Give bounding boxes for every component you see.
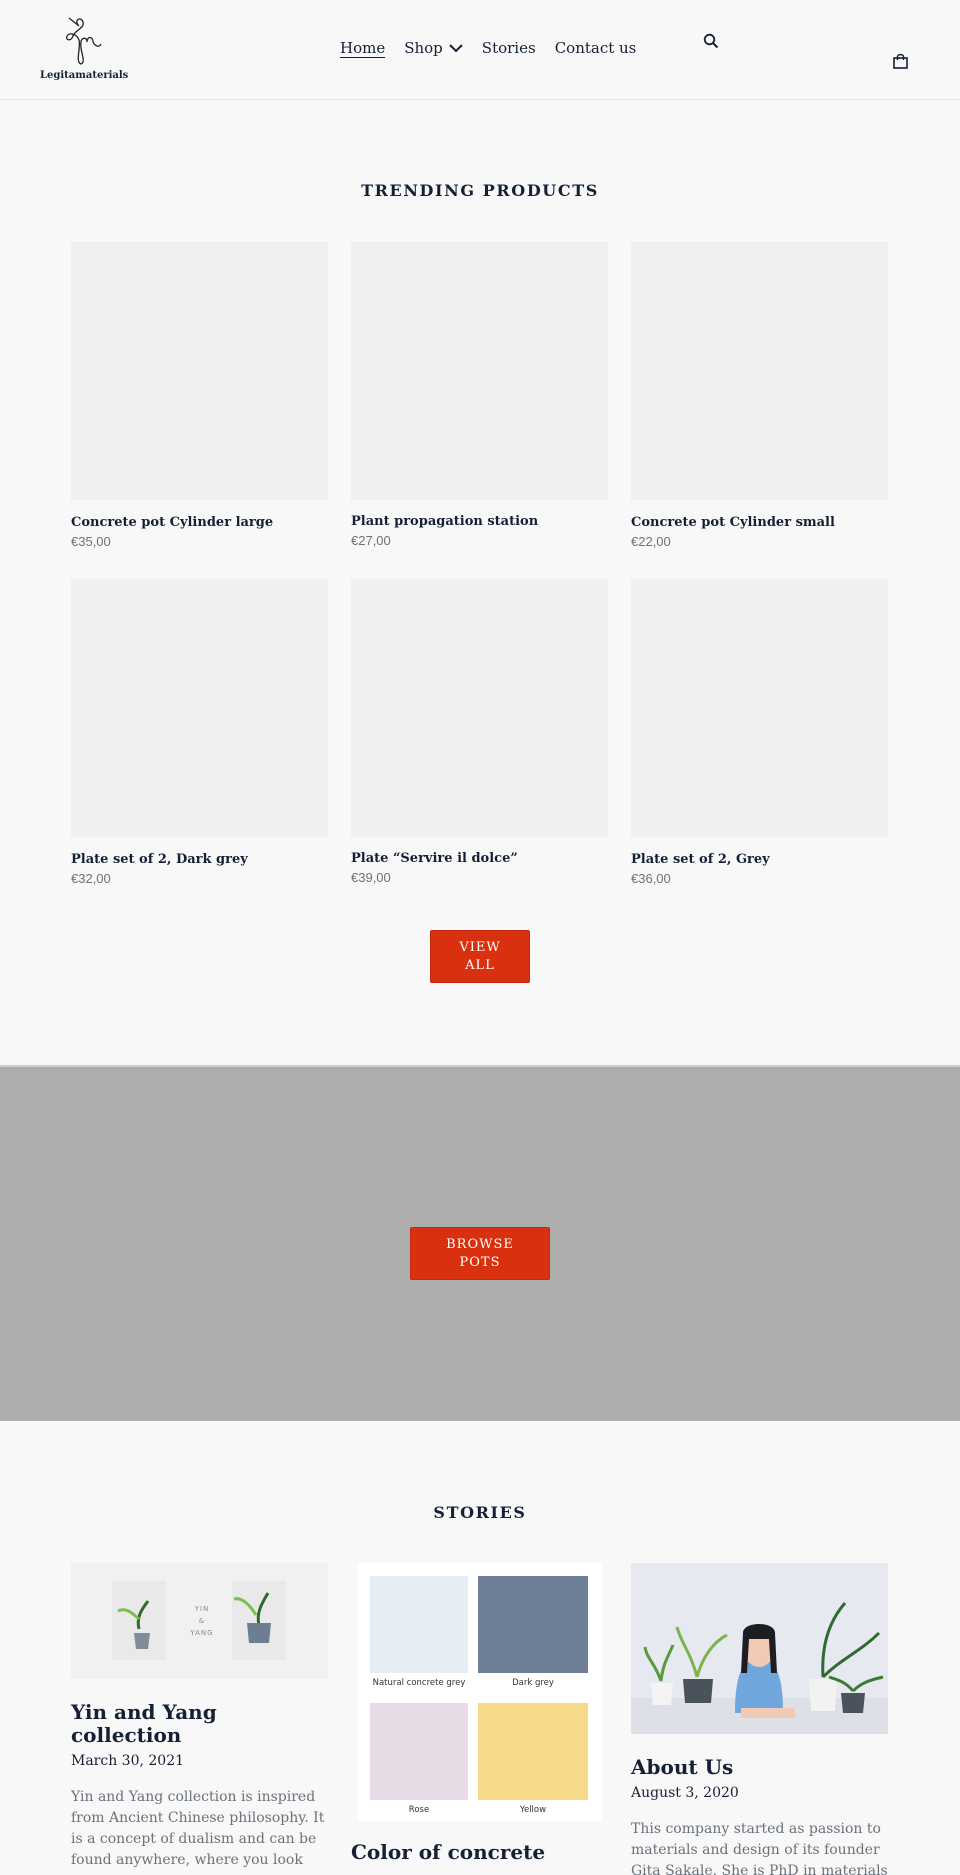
- story-date: March 30, 2021: [71, 1753, 185, 1769]
- product-card[interactable]: Concrete pot Cylinder large €35,00: [71, 242, 328, 549]
- swatch-label: Rose: [408, 1805, 430, 1815]
- story-image-color-swatches[interactable]: Natural concrete grey Dark grey Rose Yel…: [357, 1563, 602, 1821]
- nav-home[interactable]: Home: [340, 38, 386, 58]
- product-price: €32,00: [71, 871, 111, 886]
- story-image-yin-yang[interactable]: YIN & YANG: [71, 1563, 328, 1679]
- product-card[interactable]: Plate set of 2, Grey €36,00: [631, 579, 888, 886]
- product-image[interactable]: [351, 579, 608, 837]
- story-date: August 3, 2020: [631, 1785, 739, 1801]
- story-title[interactable]: Color of concrete: [351, 1841, 608, 1864]
- swatch-dark-grey: [478, 1576, 588, 1673]
- shopping-bag-icon: [893, 53, 908, 69]
- plant-photo: [232, 1581, 286, 1660]
- product-price: €36,00: [631, 871, 671, 886]
- nav-stories[interactable]: Stories: [482, 38, 536, 58]
- ampersand-text: &: [198, 1617, 206, 1625]
- swatch-rose: [370, 1703, 468, 1800]
- cart-button[interactable]: [893, 53, 909, 70]
- browse-pots-button[interactable]: BROWSE POTS: [410, 1227, 550, 1280]
- browse-pots-label-line2: POTS: [459, 1254, 501, 1270]
- swatch-label: Dark grey: [512, 1678, 554, 1688]
- search-icon: [703, 33, 719, 49]
- logo[interactable]: Legitamaterials: [40, 14, 129, 86]
- nav-shop[interactable]: Shop: [404, 38, 463, 58]
- product-image[interactable]: [631, 579, 888, 837]
- browse-pots-label-line1: BROWSE: [446, 1236, 514, 1252]
- story-image-about-us[interactable]: [631, 1563, 888, 1734]
- product-name[interactable]: Concrete pot Cylinder small: [631, 515, 888, 530]
- product-card[interactable]: Plate set of 2, Dark grey €32,00: [71, 579, 328, 886]
- story-card[interactable]: YIN & YANG Yin and Yang collection March…: [71, 1563, 328, 1871]
- swatch-label: Yellow: [519, 1805, 547, 1815]
- product-price: €27,00: [351, 533, 391, 548]
- product-name[interactable]: Concrete pot Cylinder large: [71, 515, 328, 530]
- site-header: Legitamaterials Home Shop Stories Contac…: [0, 0, 960, 100]
- swatch-natural-grey: [370, 1576, 468, 1673]
- yin-yang-image-text: YIN & YANG: [187, 1603, 217, 1639]
- product-price: €22,00: [631, 534, 671, 549]
- nav-contact-label: Contact us: [554, 39, 637, 57]
- view-all-label-line1: VIEW: [459, 939, 501, 955]
- product-card[interactable]: Concrete pot Cylinder small €22,00: [631, 242, 888, 549]
- story-title[interactable]: About Us: [631, 1756, 888, 1779]
- product-price: €39,00: [351, 870, 391, 885]
- product-card[interactable]: Plate “Servire il dolce” €39,00: [351, 579, 608, 885]
- product-image[interactable]: [71, 579, 328, 837]
- product-name[interactable]: Plate “Servire il dolce”: [351, 851, 608, 866]
- yang-text: YANG: [190, 1629, 214, 1637]
- product-card[interactable]: Plant propagation station €27,00: [351, 242, 608, 548]
- main-nav: Home Shop Stories Contact us: [340, 38, 655, 58]
- nav-shop-label: Shop: [404, 39, 443, 57]
- story-card[interactable]: About Us August 3, 2020 This company sta…: [631, 1563, 888, 1875]
- chevron-down-icon: [449, 43, 463, 52]
- plant-photo: [112, 1581, 166, 1660]
- product-price: €35,00: [71, 534, 111, 549]
- story-excerpt: This company started as passion to mater…: [631, 1821, 888, 1875]
- swatch-label: Natural concrete grey: [372, 1678, 466, 1688]
- product-name[interactable]: Plant propagation station: [351, 514, 608, 529]
- swatch-yellow: [478, 1703, 588, 1800]
- trending-title: TRENDING PRODUCTS: [361, 181, 599, 200]
- product-name[interactable]: Plate set of 2, Grey: [631, 852, 888, 867]
- product-image[interactable]: [351, 242, 608, 500]
- stories-title: STORIES: [433, 1503, 527, 1522]
- nav-home-label: Home: [340, 38, 386, 57]
- nav-stories-label: Stories: [481, 39, 536, 57]
- view-all-label-line2: ALL: [465, 957, 495, 973]
- product-image[interactable]: [631, 242, 888, 500]
- yin-text: YIN: [194, 1605, 210, 1613]
- search-button[interactable]: [703, 33, 721, 51]
- logo-mark-icon: [65, 17, 102, 65]
- product-image[interactable]: [71, 242, 328, 500]
- brand-name: Legitamaterials: [40, 70, 129, 81]
- founder-photo: [631, 1563, 888, 1734]
- story-title[interactable]: Yin and Yang collection: [71, 1701, 328, 1747]
- story-excerpt: Yin and Yang collection is inspired from…: [71, 1789, 325, 1868]
- nav-contact[interactable]: Contact us: [555, 38, 637, 58]
- product-name[interactable]: Plate set of 2, Dark grey: [71, 852, 328, 867]
- view-all-button[interactable]: VIEW ALL: [430, 930, 530, 983]
- story-card[interactable]: Natural concrete grey Dark grey Rose Yel…: [351, 1563, 608, 1864]
